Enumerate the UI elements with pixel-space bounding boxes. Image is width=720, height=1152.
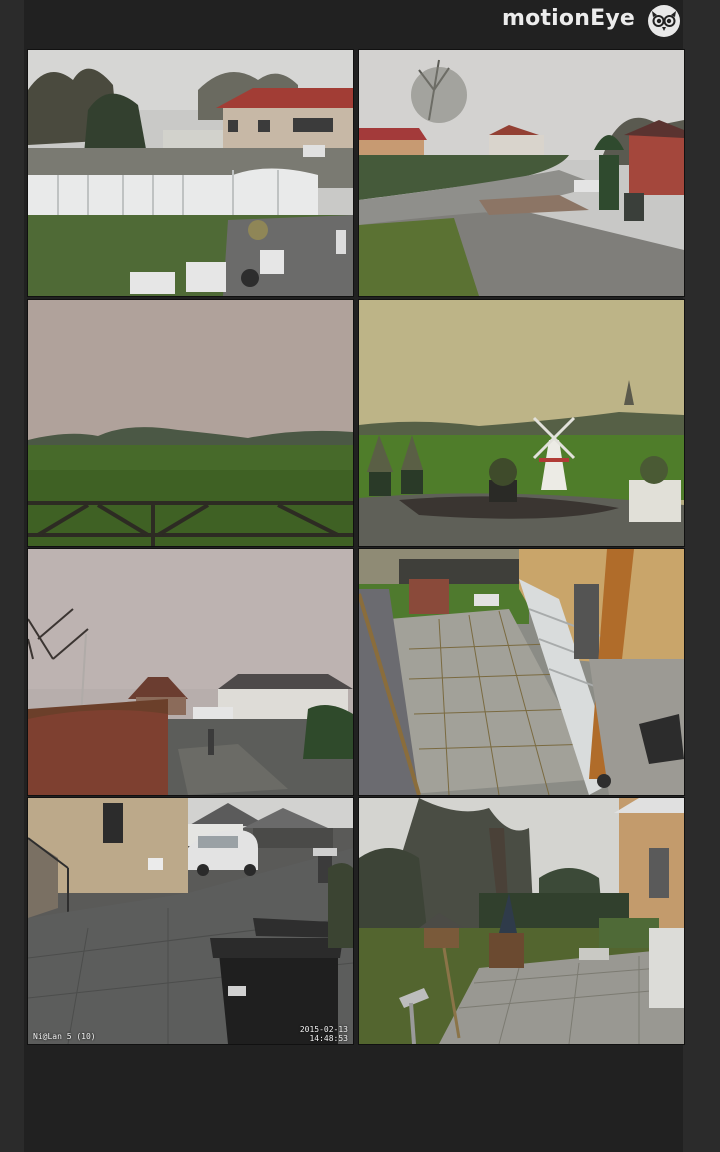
camera-frame-2[interactable] [358,49,685,297]
camera-6-feed-image [359,549,684,795]
camera-frame-7[interactable]: Ni@Lan 5 (10) 2015-02-13 14:48:53 [27,797,354,1045]
camera-overlay-name: Ni@Lan 5 (10) [33,1032,96,1041]
camera-8-feed-image [359,798,684,1044]
header: motionEye [24,0,683,46]
camera-frame-3[interactable] [27,299,354,547]
motioneye-app: motionEye Ni@Lan 5 (10) 2015-02-13 14:48… [24,0,685,1152]
camera-overlay-time: 14:48:53 [309,1034,348,1043]
camera-2-feed-image [359,50,684,296]
camera-frame-4[interactable] [358,299,685,547]
camera-frame-6[interactable] [358,548,685,796]
camera-frame-1[interactable] [27,49,354,297]
camera-overlay-date: 2015-02-13 [299,1025,348,1034]
camera-frame-5[interactable] [27,548,354,796]
camera-overlay-timestamp: 2015-02-13 14:48:53 [300,1025,348,1043]
camera-7-feed-image [28,798,353,1044]
camera-frame-8[interactable] [358,797,685,1045]
camera-5-feed-image [28,549,353,795]
owl-icon[interactable] [647,4,681,38]
camera-3-feed-image [28,300,353,546]
app-title[interactable]: motionEye [502,6,635,31]
camera-4-feed-image [359,300,684,546]
camera-1-feed-image [28,50,353,296]
